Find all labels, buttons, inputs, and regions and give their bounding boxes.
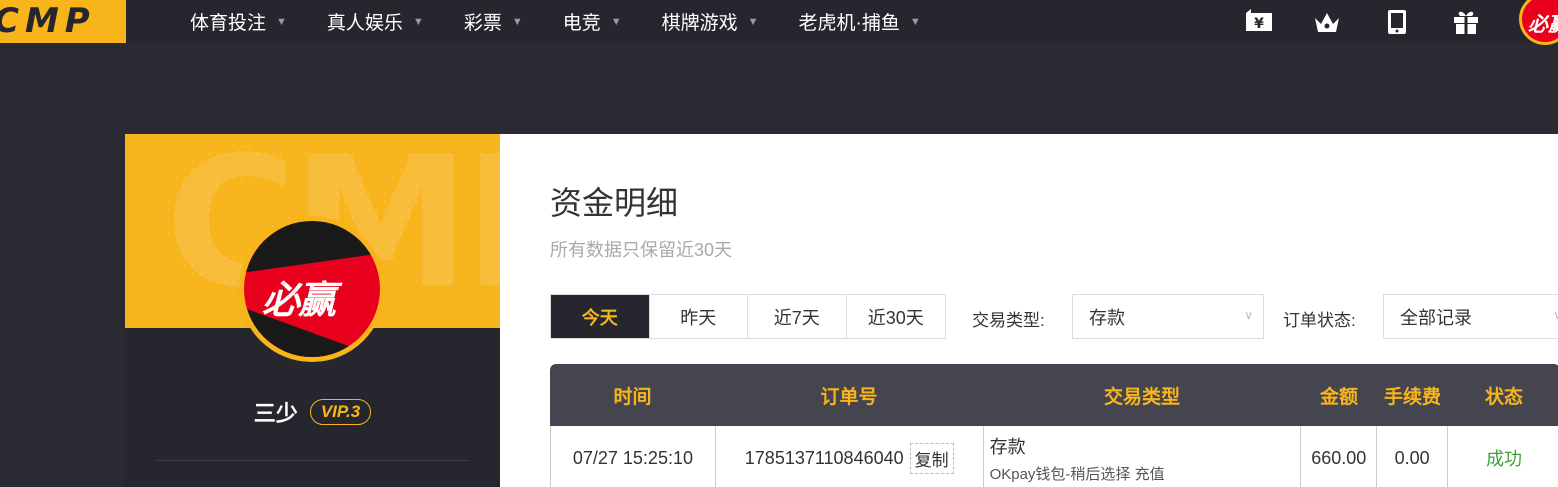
chevron-down-icon: ▼ <box>909 15 921 28</box>
transaction-type-value: 存款 <box>1089 307 1125 328</box>
copy-button[interactable]: 复制 <box>909 442 954 474</box>
vip-badge: VIP.3 <box>309 399 372 425</box>
username: 三少 <box>253 401 298 426</box>
nav-item-label: 真人娱乐 <box>326 13 403 34</box>
avatar-image: 必赢 <box>244 221 380 357</box>
cell-amount: 660.00 <box>1301 426 1378 487</box>
nav-item-card-games[interactable]: 棋牌游戏 ▼ <box>662 0 759 43</box>
nav-item-sports[interactable]: 体育投注 ▼ <box>190 0 287 43</box>
main-menu: 体育投注 ▼ 真人娱乐 ▼ 彩票 ▼ 电竞 ▼ 棋牌游戏 ▼ 老虎机·捕鱼 ▼ <box>190 0 961 43</box>
order-status-select[interactable]: 全部记录 ∨ <box>1383 294 1558 339</box>
chevron-down-icon: ▼ <box>511 15 523 28</box>
top-navbar: CMP 体育投注 ▼ 真人娱乐 ▼ 彩票 ▼ 电竞 ▼ 棋牌游戏 ▼ 老虎机·捕鱼 ▼ ¥ <box>0 0 1558 45</box>
chevron-down-icon: ▼ <box>610 15 622 28</box>
order-status-value: 全部记录 <box>1400 307 1472 328</box>
cell-type: 存款 OKpay钱包-稍后选择 充值 <box>984 426 1302 487</box>
user-info-row: 三少 VIP.3 <box>125 396 500 428</box>
logo-text: CMP <box>0 1 96 41</box>
table-row: 07/27 15:25:10 178513711084604​0 复制 存款 O… <box>550 426 1558 487</box>
transactions-table: 时间 订单号 交易类型 金额 手续费 状态 07/27 15:25:10 178… <box>550 364 1558 487</box>
col-header-fee: 手续费 <box>1383 386 1441 408</box>
tab-7-days[interactable]: 近7天 <box>748 295 847 338</box>
nav-item-label: 电竞 <box>562 13 601 34</box>
cell-time: 07/27 15:25:10 <box>551 426 716 487</box>
nav-item-label: 体育投注 <box>190 13 267 34</box>
avatar-brand-text: 必赢 <box>262 280 336 322</box>
transaction-type-select[interactable]: 存款 ∨ <box>1072 294 1264 339</box>
order-status-label: 订单状态: <box>1283 311 1356 330</box>
nav-item-live-casino[interactable]: 真人娱乐 ▼ <box>327 0 424 43</box>
wallet-icon[interactable]: ¥ <box>1245 8 1273 36</box>
user-avatar[interactable]: 必赢 <box>1519 0 1558 45</box>
crown-icon[interactable] <box>1313 8 1341 36</box>
nav-item-label: 彩票 <box>463 13 502 34</box>
chevron-down-icon: ▼ <box>747 15 759 28</box>
tab-30-days[interactable]: 近30天 <box>847 295 946 338</box>
tablet-icon[interactable] <box>1383 8 1411 36</box>
status-badge: 成功 <box>1486 449 1523 469</box>
type-info: 存款 OKpay钱包-稍后选择 充值 <box>984 433 1165 484</box>
nav-item-label: 老虎机·捕鱼 <box>798 13 900 34</box>
profile-divider <box>156 460 469 461</box>
tab-yesterday[interactable]: 昨天 <box>650 295 748 338</box>
chevron-down-icon: ▼ <box>412 15 424 28</box>
nav-item-label: 棋牌游戏 <box>661 13 738 34</box>
tab-today[interactable]: 今天 <box>551 295 650 338</box>
cell-status: 成功 <box>1448 426 1558 487</box>
cell-order: 178513711084604​0 复制 <box>716 426 984 487</box>
type-detail: OKpay钱包-稍后选择 充值 <box>989 465 1165 483</box>
page-subtitle: 所有数据只保留近30天 <box>550 240 733 260</box>
table-header: 时间 订单号 交易类型 金额 手续费 状态 <box>550 364 1558 426</box>
profile-avatar[interactable]: 必赢 <box>239 216 385 362</box>
order-number: 178513711084604​0 <box>744 447 904 468</box>
date-range-tabs: 今天 昨天 近7天 近30天 <box>550 294 946 339</box>
chevron-down-icon: ∨ <box>1553 308 1558 322</box>
transaction-type-label: 交易类型: <box>972 311 1045 330</box>
gift-icon[interactable] <box>1452 8 1480 36</box>
profile-card: CMP 必赢 三少 VIP.3 <box>125 134 500 487</box>
col-header-type: 交易类型 <box>1103 386 1180 408</box>
fund-details-panel: 资金明细 所有数据只保留近30天 今天 昨天 近7天 近30天 交易类型: 存款… <box>500 134 1558 487</box>
chevron-down-icon: ▼ <box>276 15 287 28</box>
col-header-amount: 金额 <box>1319 386 1358 408</box>
nav-item-esports[interactable]: 电竞 ▼ <box>563 0 622 43</box>
page-title: 资金明细 <box>550 185 679 221</box>
avatar-brand-text: 必赢 <box>1528 14 1558 36</box>
svg-text:¥: ¥ <box>1254 16 1264 32</box>
col-header-status: 状态 <box>1484 386 1523 408</box>
cell-fee: 0.00 <box>1377 426 1449 487</box>
col-header-time: 时间 <box>613 386 652 408</box>
chevron-down-icon: ∨ <box>1244 308 1253 322</box>
nav-item-lottery[interactable]: 彩票 ▼ <box>464 0 523 43</box>
nav-item-slots-fishing[interactable]: 老虎机·捕鱼 ▼ <box>799 0 921 43</box>
col-header-order: 订单号 <box>820 386 878 408</box>
type-main: 存款 <box>989 436 1026 457</box>
avatar-stripe <box>244 221 380 275</box>
cmp-logo[interactable]: CMP <box>0 0 126 43</box>
